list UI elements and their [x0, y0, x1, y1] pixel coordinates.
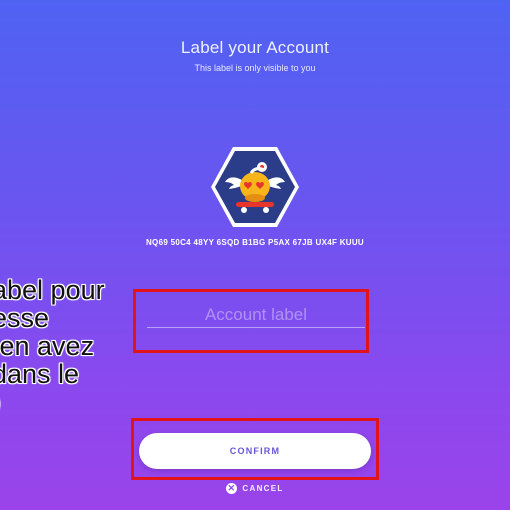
caption-line: abel pour [0, 275, 105, 305]
caption-line: ) [0, 387, 1, 417]
caption-line: esse [0, 303, 50, 333]
page-title: Label your Account [180, 38, 330, 57]
overlay-caption: abel pour esse en avez dans le ) [0, 276, 132, 416]
cancel-label: CANCEL [242, 484, 284, 493]
confirm-button[interactable]: CONFIRM [139, 433, 371, 469]
cancel-button[interactable]: ✕ CANCEL [0, 483, 510, 494]
close-circle-icon: ✕ [226, 483, 238, 494]
account-avatar [210, 146, 300, 228]
robot-avatar-icon [211, 147, 299, 227]
caption-line: dans le [0, 359, 80, 389]
account-label-input[interactable] [147, 303, 365, 328]
account-address: NQ69 50C4 48YY 6SQD B1BG P5AX 67JB UX4F … [145, 238, 365, 247]
caption-line: en avez [0, 331, 95, 361]
page-subtitle: This label is only visible to you [194, 63, 316, 73]
